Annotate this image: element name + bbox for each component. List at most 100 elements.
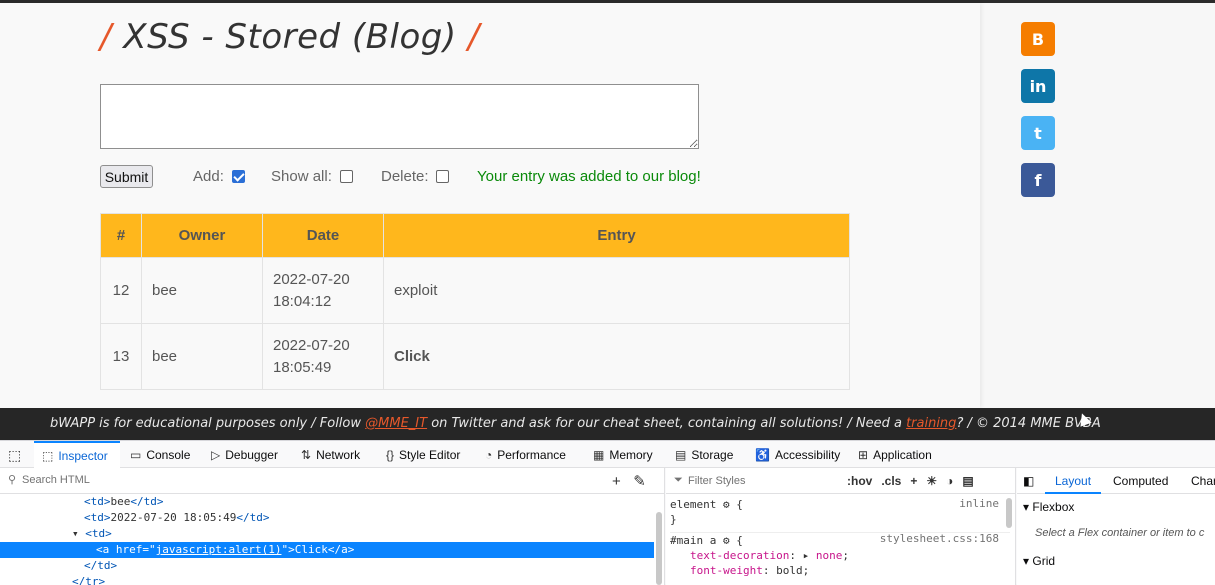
blogger-icon[interactable]: B xyxy=(1021,22,1055,56)
performance-icon: ◔ xyxy=(485,447,493,462)
rules-pane: ⏷ Filter Styles :hov .cls + ☀ ◑ ▤ elemen… xyxy=(666,468,1016,585)
devtools-toolbar: ⬚ ⬚ Inspector ▭ Console ▷ Debugger ⇅ Network… xyxy=(0,441,1215,468)
tab-application[interactable]: ⊞ Application xyxy=(858,441,932,468)
code-line[interactable]: </tr> xyxy=(0,574,654,585)
tab-label: Performance xyxy=(497,447,566,462)
declaration[interactable]: text-decoration: ▸ none; xyxy=(690,548,849,563)
search-icon: ⚲ xyxy=(8,474,17,486)
row-entry: exploit xyxy=(383,257,850,324)
code-line-selected[interactable]: <a href="javascript:alert(1)">Click</a> xyxy=(0,542,654,558)
declaration[interactable]: font-weight: bold; xyxy=(690,563,809,578)
tab-console[interactable]: ▭ Console xyxy=(130,441,190,468)
tab-memory[interactable]: ▦ Memory xyxy=(593,441,653,468)
application-icon: ⊞ xyxy=(858,447,869,462)
code-line[interactable]: ▾ <td> xyxy=(0,526,654,542)
title-text: XSS - Stored (Blog) xyxy=(123,17,457,57)
storage-icon: ▤ xyxy=(675,447,687,462)
tab-label: Inspector xyxy=(58,448,108,463)
tab-storage[interactable]: ▤ Storage xyxy=(675,441,733,468)
entry-link[interactable]: Click xyxy=(394,348,430,365)
code-line[interactable]: </td> xyxy=(0,558,654,574)
col-header-date: Date xyxy=(262,213,384,258)
row-owner: bee xyxy=(141,323,263,390)
rule-close-brace: } xyxy=(670,513,677,526)
col-header-entry: Entry xyxy=(383,213,850,258)
tab-style-editor[interactable]: {} Style Editor xyxy=(386,441,460,468)
twitter-link[interactable]: @MME_IT xyxy=(365,416,427,431)
rules-scrollbar[interactable] xyxy=(1006,498,1012,528)
tab-changes[interactable]: Char xyxy=(1191,468,1215,494)
element-selector: element xyxy=(670,498,717,511)
row-num: 12 xyxy=(100,257,142,324)
inline-source: inline xyxy=(959,497,999,510)
cls-toggle[interactable]: .cls xyxy=(881,474,901,488)
href-value[interactable]: javascript:alert(1) xyxy=(156,543,282,556)
linkedin-glyph: in xyxy=(1029,76,1047,96)
debugger-icon: ▷ xyxy=(211,447,221,462)
prop-value: none xyxy=(815,549,843,562)
show-all-checkbox[interactable] xyxy=(340,170,353,183)
collapse-arrow-icon[interactable]: ▾ xyxy=(72,527,79,540)
dark-theme-icon[interactable]: ◑ xyxy=(946,474,953,488)
tab-accessibility[interactable]: ♿ Accessibility xyxy=(755,441,840,468)
stylesheet-link[interactable]: stylesheet.css:168 xyxy=(880,532,999,545)
code-line[interactable]: <td>2022-07-20 18:05:49</td> xyxy=(0,510,654,526)
element-rule[interactable]: element ⚙ { xyxy=(670,497,743,512)
row-date: 2022-07-20 18:04:12 xyxy=(262,257,384,324)
footer-text-2: on Twitter and ask for our cheat sheet, … xyxy=(427,416,907,431)
tab-network[interactable]: ⇅ Network xyxy=(301,441,360,468)
add-node-icon[interactable]: + xyxy=(612,473,621,490)
markup-scrollbar[interactable] xyxy=(656,512,662,585)
table-header-row: # Owner Date Entry xyxy=(100,213,850,258)
search-html-input[interactable]: ⚲ Search HTML xyxy=(0,468,665,494)
tab-performance[interactable]: ◔ Performance xyxy=(485,441,566,468)
training-link[interactable]: training xyxy=(906,416,956,431)
print-media-icon[interactable]: ▤ xyxy=(962,474,973,488)
tab-label: Memory xyxy=(609,447,653,462)
facebook-icon[interactable]: f xyxy=(1021,163,1055,197)
prop-name: font-weight xyxy=(690,564,763,577)
row-entry: Click xyxy=(383,323,850,390)
eyedropper-icon[interactable]: ✎ xyxy=(633,473,646,490)
tab-debugger[interactable]: ▷ Debugger xyxy=(211,441,278,468)
code-line[interactable]: <td>bee</td> xyxy=(0,494,654,510)
layout-pane: ◧ Layout Computed Char ▾ Flexbox Select … xyxy=(1017,468,1215,585)
submit-button[interactable]: Submit xyxy=(100,165,153,188)
blog-entry-textarea[interactable] xyxy=(100,84,699,149)
main-selector: #main a xyxy=(670,534,717,547)
element-picker-icon[interactable]: ⬚ xyxy=(8,447,21,464)
markup-tools: + ✎ xyxy=(612,472,646,490)
grid-section[interactable]: ▾ Grid xyxy=(1023,554,1055,568)
twitter-icon[interactable]: t xyxy=(1021,116,1055,150)
filter-icon: ⏷ xyxy=(674,474,683,486)
prop-value: bold xyxy=(776,564,803,577)
tab-computed[interactable]: Computed xyxy=(1113,468,1168,494)
code-text: 2022-07-20 18:05:49 xyxy=(110,511,237,524)
grid-heading: Grid xyxy=(1032,554,1056,568)
tab-label: Debugger xyxy=(225,447,278,462)
delete-checkbox[interactable] xyxy=(436,170,449,183)
tab-label: Console xyxy=(146,447,191,462)
flexbox-section[interactable]: ▾ Flexbox xyxy=(1023,500,1074,514)
row-num: 13 xyxy=(100,323,142,390)
add-rule-icon[interactable]: + xyxy=(910,474,917,488)
accessibility-icon: ♿ xyxy=(755,447,770,462)
table-row: 13 bee 2022-07-20 18:05:49 Click xyxy=(100,323,850,390)
layout-tabs: ◧ Layout Computed Char xyxy=(1017,468,1215,494)
tab-label: Storage xyxy=(691,447,734,462)
tab-label: Network xyxy=(316,447,361,462)
rule-tools: :hov .cls + ☀ ◑ ▤ xyxy=(847,474,974,488)
linkedin-icon[interactable]: in xyxy=(1021,69,1055,103)
tab-inspector[interactable]: ⬚ Inspector xyxy=(34,441,120,468)
row-date-day: 2022-07-20 xyxy=(273,336,350,354)
hov-toggle[interactable]: :hov xyxy=(847,474,872,488)
markup-pane: ⚲ Search HTML + ✎ <td>bee</td> <td>2022-… xyxy=(0,468,665,585)
console-icon: ▭ xyxy=(130,447,142,462)
tab-layout[interactable]: Layout xyxy=(1045,468,1102,494)
tab-label: Application xyxy=(873,447,932,462)
light-theme-icon[interactable]: ☀ xyxy=(926,474,937,488)
row-date-day: 2022-07-20 xyxy=(273,270,350,288)
add-checkbox[interactable] xyxy=(232,170,245,183)
network-icon: ⇅ xyxy=(301,447,312,462)
sidebar-toggle-icon[interactable]: ◧ xyxy=(1023,468,1034,494)
